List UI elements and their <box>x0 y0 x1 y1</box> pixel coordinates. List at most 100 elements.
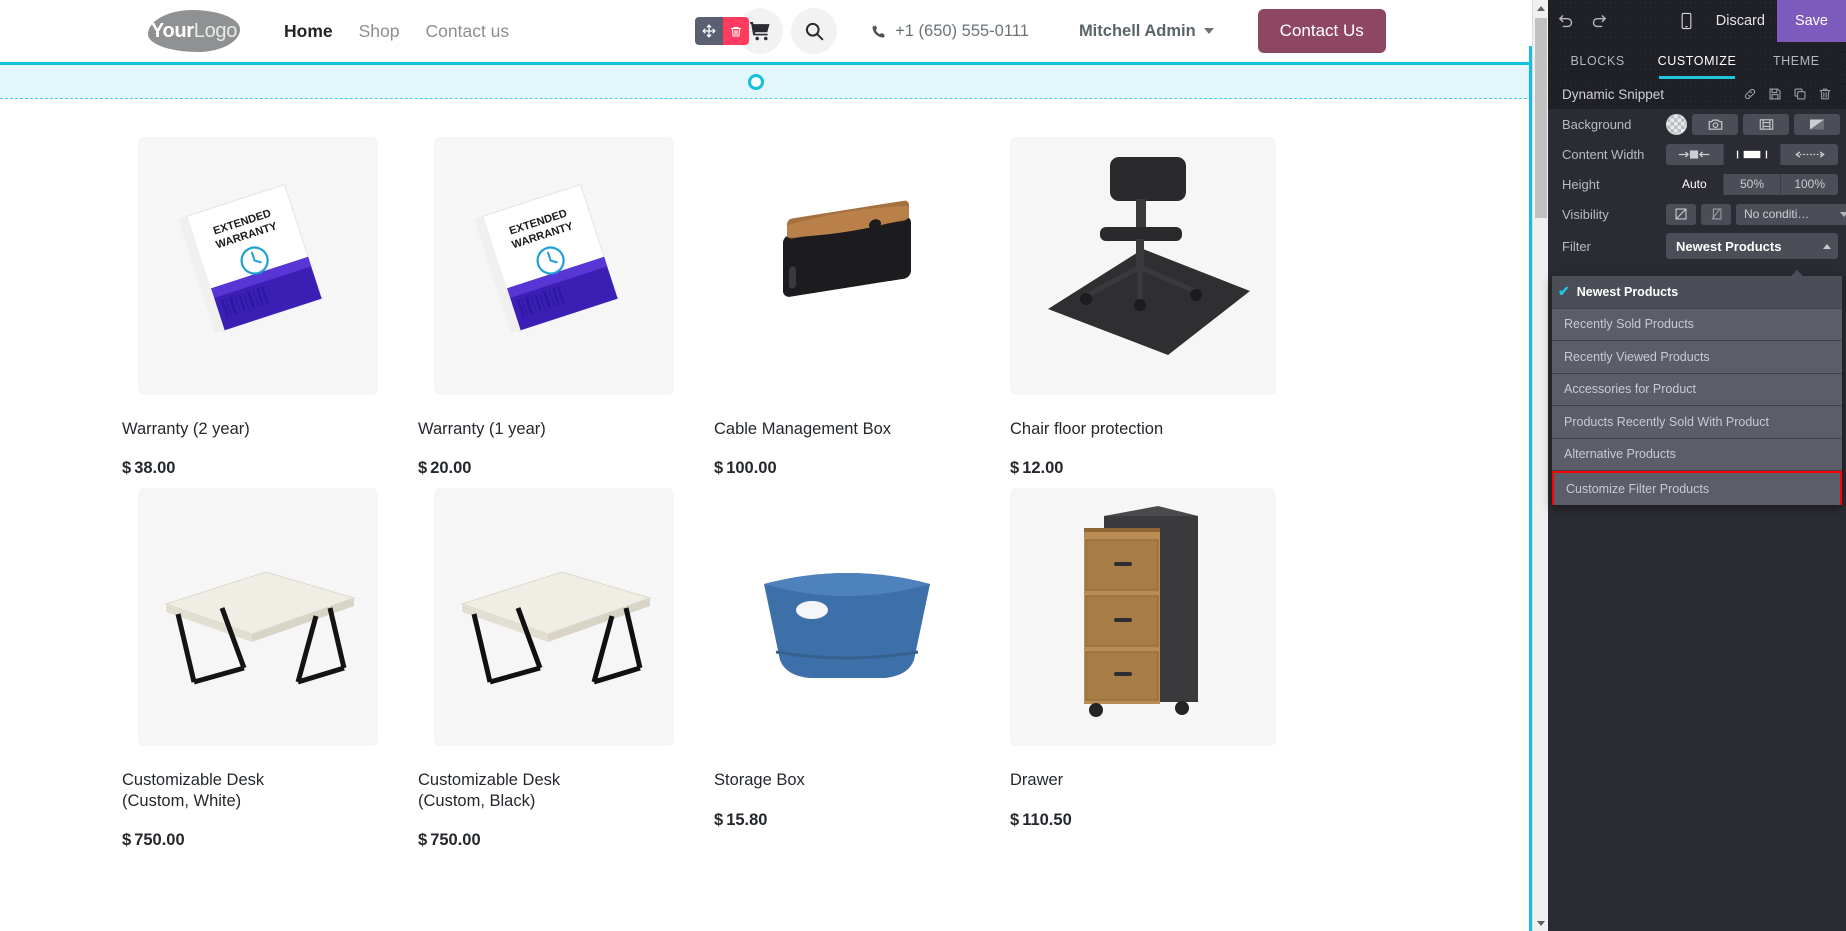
tab-customize[interactable]: CUSTOMIZE <box>1647 42 1746 79</box>
snippet-drop-zone[interactable] <box>0 62 1532 99</box>
filter-selected-value: Newest Products <box>1676 238 1782 254</box>
snippet-drag-handle[interactable] <box>748 73 764 90</box>
content-width-label: Content Width <box>1562 146 1645 162</box>
phone-block[interactable]: +1 (650) 555-0111 <box>871 22 1029 41</box>
navbar-right-group: +1 (650) 555-0111 Mitchell Admin Contact… <box>695 8 1386 54</box>
product-name: Cable Management Box <box>714 420 892 438</box>
product-price: $12.00 <box>1010 459 1276 478</box>
option-row-background: Background <box>1548 109 1846 139</box>
phone-icon <box>872 25 885 38</box>
product-card[interactable]: Chair floor protection $12.00 <box>1010 137 1276 478</box>
filter-option-recently-viewed-products[interactable]: Recently Viewed Products <box>1552 341 1842 374</box>
nav-item-home[interactable]: Home <box>284 21 333 42</box>
filter-option-label: Newest Products <box>1576 284 1679 299</box>
filter-option-alternative-products[interactable]: Alternative Products <box>1552 439 1842 471</box>
duplicate-icon[interactable] <box>1787 82 1812 106</box>
shopping-cart-icon <box>750 21 770 40</box>
product-price: $110.50 <box>1010 811 1276 830</box>
search-icon <box>806 22 824 41</box>
price-value: 12.00 <box>1022 459 1064 478</box>
filter-option-customize-filter-products[interactable]: Customize Filter Products <box>1552 471 1842 505</box>
product-price: $750.00 <box>418 831 684 850</box>
currency-symbol: $ <box>1010 459 1020 478</box>
site-logo[interactable]: Your Logo <box>148 10 240 52</box>
chair-floor-mat-image <box>1010 137 1276 395</box>
product-card[interactable]: EXTENDED WARRANTY <box>418 137 684 478</box>
mobile-preview-icon[interactable] <box>1670 0 1704 42</box>
background-label: Background <box>1562 116 1632 132</box>
move-arrows-icon[interactable] <box>695 17 724 45</box>
tab-theme[interactable]: THEME <box>1747 42 1846 79</box>
currency-symbol: $ <box>122 831 132 850</box>
visible-icon[interactable] <box>1666 203 1696 225</box>
product-price: $15.80 <box>714 811 980 830</box>
option-row-content-width: Content Width <box>1548 139 1846 169</box>
content-width-full-icon[interactable] <box>1781 144 1838 165</box>
discard-button[interactable]: Discard <box>1704 0 1777 42</box>
product-card[interactable]: EXTENDED WARRANTY <box>122 137 388 478</box>
height-50-button[interactable]: 50% <box>1724 173 1782 195</box>
logo-text-bold: Your <box>150 19 194 42</box>
height-100-button[interactable]: 100% <box>1781 174 1838 195</box>
price-value: 750.00 <box>430 831 481 850</box>
content-width-normal-icon[interactable] <box>1723 143 1782 165</box>
contact-us-button[interactable]: Contact Us <box>1257 9 1386 53</box>
product-card[interactable]: Cable Management Box $100.00 <box>714 137 980 478</box>
product-card[interactable]: Drawer $110.50 <box>1010 488 1276 850</box>
hidden-icon[interactable] <box>1701 203 1731 225</box>
price-value: 750.00 <box>134 831 185 850</box>
camera-icon[interactable] <box>1692 113 1738 135</box>
redo-icon[interactable] <box>1582 0 1616 42</box>
chevron-down-icon <box>1203 28 1214 34</box>
storage-box-image <box>714 488 980 747</box>
trash-icon[interactable] <box>1812 82 1837 106</box>
visibility-condition-dropdown[interactable]: No conditi… <box>1736 203 1846 225</box>
editor-tabs: BLOCKS CUSTOMIZE THEME <box>1548 42 1846 79</box>
height-auto-button[interactable]: Auto <box>1666 173 1724 195</box>
scrollbar-thumb[interactable] <box>1535 18 1547 218</box>
product-card[interactable]: Customizable Desk (Custom, White) $750.0… <box>122 488 388 850</box>
scroll-down-arrow-icon[interactable] <box>1533 915 1549 931</box>
save-button[interactable]: Save <box>1776 0 1846 42</box>
price-value: 20.00 <box>430 459 472 478</box>
desk-white-image <box>138 488 378 747</box>
editor-toolbar: Discard Save <box>1548 0 1846 42</box>
filter-option-products-recently-sold-with-product[interactable]: Products Recently Sold With Product <box>1552 406 1842 439</box>
nav-item-shop[interactable]: Shop <box>359 21 400 42</box>
filter-option-accessories-for-product[interactable]: Accessories for Product <box>1552 374 1842 406</box>
filter-option-newest-products[interactable]: ✔ Newest Products <box>1552 276 1842 309</box>
scroll-up-arrow-icon[interactable] <box>1533 0 1549 16</box>
option-row-height: Height Auto 50% 100% <box>1548 169 1846 199</box>
gradient-icon[interactable] <box>1794 113 1840 135</box>
price-value: 15.80 <box>726 810 768 829</box>
filter-dropdown-toggle[interactable]: Newest Products <box>1666 233 1838 259</box>
product-card[interactable]: Customizable Desk (Custom, Black) $750.0… <box>418 488 684 850</box>
product-name: Drawer <box>1010 771 1064 790</box>
transparent-swatch-icon[interactable] <box>1666 113 1687 135</box>
website-preview-canvas: Your Logo Home Shop Contact us +1 (650) … <box>0 0 1532 931</box>
undo-icon[interactable] <box>1548 0 1582 42</box>
filter-dropdown-menu: ✔ Newest Products Recently Sold Products… <box>1552 270 1842 505</box>
link-icon[interactable] <box>1737 82 1762 106</box>
tab-blocks[interactable]: BLOCKS <box>1548 42 1647 79</box>
search-button[interactable] <box>791 8 838 54</box>
user-menu[interactable]: Mitchell Admin <box>1079 22 1214 41</box>
currency-symbol: $ <box>418 459 428 478</box>
cart-button[interactable] <box>695 8 784 54</box>
video-icon[interactable] <box>1743 113 1789 135</box>
save-disk-icon[interactable] <box>1762 82 1787 106</box>
snippet-header: Dynamic Snippet <box>1548 79 1846 109</box>
nav-item-contact-us[interactable]: Contact us <box>426 21 510 42</box>
filter-label: Filter <box>1562 238 1591 254</box>
option-row-filter: Filter Newest Products <box>1548 229 1846 263</box>
currency-symbol: $ <box>1010 810 1020 829</box>
product-card[interactable]: Storage Box $15.80 <box>714 488 980 850</box>
canvas-scrollbar[interactable] <box>1532 0 1549 931</box>
trash-icon[interactable] <box>723 17 750 45</box>
snippet-edit-badges <box>695 17 750 45</box>
content-width-narrow-icon[interactable] <box>1666 143 1724 165</box>
height-label: Height <box>1562 176 1600 192</box>
filter-option-recently-sold-products[interactable]: Recently Sold Products <box>1552 309 1842 341</box>
user-name: Mitchell Admin <box>1078 21 1196 40</box>
currency-symbol: $ <box>418 831 428 850</box>
